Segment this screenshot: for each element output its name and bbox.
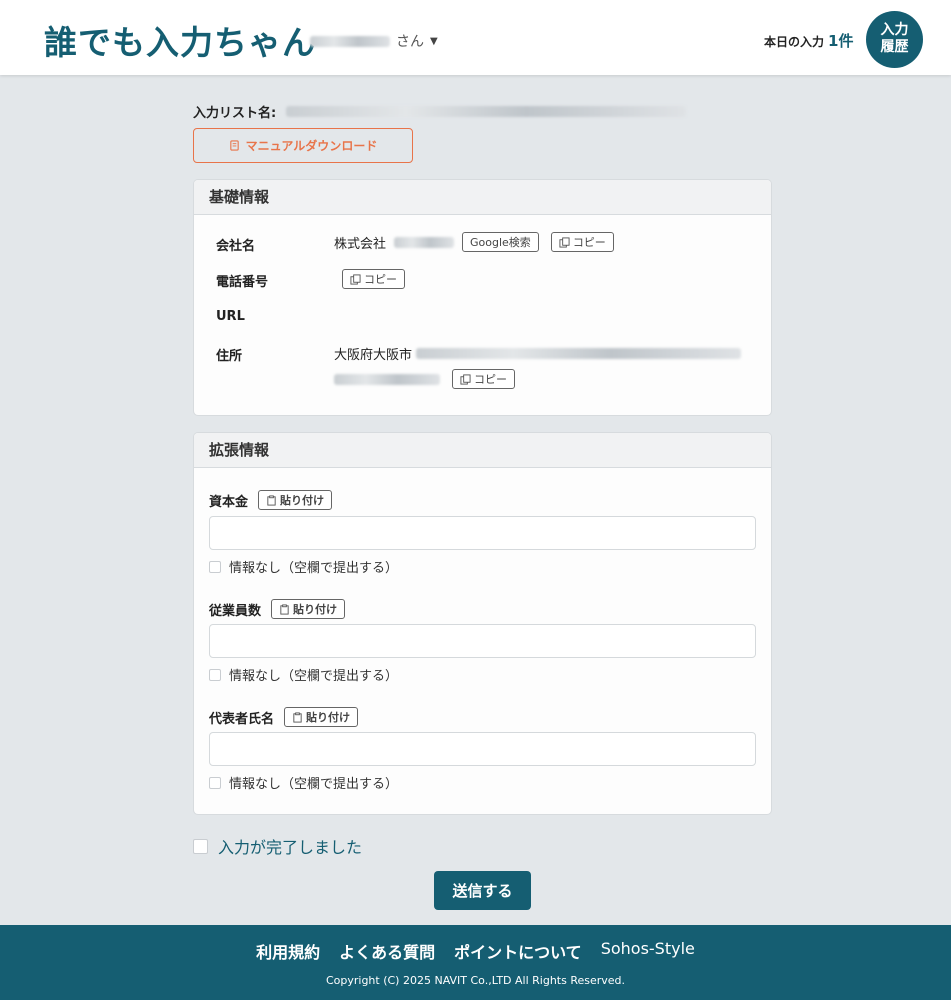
representative-label-row: 代表者氏名 貼り付け xyxy=(209,707,359,727)
footer-link-terms[interactable]: 利用規約 xyxy=(256,939,320,963)
paste-label: 貼り付け xyxy=(306,711,351,724)
extended-info-card: 拡張情報 資本金 貼り付け 情報なし（空欄で提出する） 従業員数 貼り付け 情報… xyxy=(193,432,772,815)
phone-label: 電話番号 xyxy=(216,275,269,290)
copyright: Copyright (C) 2025 NAVIT Co.,LTD All Rig… xyxy=(325,974,626,987)
basic-info-card: 基礎情報 会社名 株式会社 Google検索 コピー 電話番号 コピー URL … xyxy=(193,179,772,416)
list-name-row: 入力リスト名: xyxy=(193,102,687,121)
brand-logo[interactable]: 誰でも入力ちゃん xyxy=(44,16,316,64)
paste-label: 貼り付け xyxy=(280,494,325,507)
caret-down-icon: ▼ xyxy=(430,35,438,47)
input-complete-checkbox[interactable] xyxy=(193,838,208,854)
manual-download-label: マニュアルダウンロード xyxy=(245,139,378,153)
address-value: 大阪府大阪市 xyxy=(334,348,413,363)
redacted-list-name xyxy=(286,106,687,117)
history-line2: 履歴 xyxy=(880,39,909,55)
phone-row: コピー xyxy=(342,269,405,289)
input-complete-label: 入力が完了しました xyxy=(218,838,363,857)
copy-company-button[interactable]: コピー xyxy=(550,232,614,252)
employees-no-info-checkbox[interactable] xyxy=(209,668,221,681)
header: 誰でも入力ちゃん さん ▼ 本日の入力 1件 入力 履歴 xyxy=(0,0,951,75)
clipboard-icon xyxy=(280,603,289,615)
company-value: 株式会社 xyxy=(334,236,387,252)
list-name-label: 入力リスト名: xyxy=(193,106,277,121)
manual-download-button[interactable]: マニュアルダウンロード xyxy=(193,128,413,163)
copy-icon xyxy=(559,236,570,248)
copy-address-button[interactable]: コピー xyxy=(452,369,515,389)
basic-info-title: 基礎情報 xyxy=(194,180,771,215)
history-line1: 入力 xyxy=(880,22,909,38)
input-complete-row[interactable]: 入力が完了しました xyxy=(193,834,362,858)
copy-icon xyxy=(460,373,471,385)
representative-no-info[interactable]: 情報なし（空欄で提出する） xyxy=(209,773,398,792)
google-search-label: Google検索 xyxy=(470,236,531,249)
representative-input[interactable] xyxy=(209,732,756,766)
no-info-label: 情報なし（空欄で提出する） xyxy=(229,561,399,576)
url-label: URL xyxy=(216,309,245,324)
paste-label: 貼り付け xyxy=(293,603,338,616)
capital-label: 資本金 xyxy=(209,494,249,510)
redacted-address-line2 xyxy=(334,373,440,385)
clipboard-icon xyxy=(293,711,302,723)
paste-capital-button[interactable]: 貼り付け xyxy=(258,490,333,510)
address-label: 住所 xyxy=(216,349,243,364)
footer-links: 利用規約 よくある質問 ポイントについて Sohos-Style xyxy=(0,939,951,963)
user-menu[interactable]: さん ▼ xyxy=(310,31,438,51)
paste-representative-button[interactable]: 貼り付け xyxy=(284,707,359,727)
extended-info-title: 拡張情報 xyxy=(194,433,771,468)
address-row: 大阪府大阪市 コピー xyxy=(334,344,754,389)
redacted-user-name xyxy=(310,35,390,47)
copy-label: コピー xyxy=(572,236,606,249)
capital-input[interactable] xyxy=(209,516,756,550)
employees-label-row: 従業員数 貼り付け xyxy=(209,599,346,619)
today-input-count: 本日の入力 1件 xyxy=(764,30,853,51)
document-icon xyxy=(229,140,239,151)
company-row: 株式会社 Google検索 コピー xyxy=(334,232,614,252)
capital-label-row: 資本金 貼り付け xyxy=(209,490,333,510)
employees-input[interactable] xyxy=(209,624,756,658)
footer-link-faq[interactable]: よくある質問 xyxy=(339,939,435,963)
submit-button[interactable]: 送信する xyxy=(434,871,531,910)
representative-no-info-checkbox[interactable] xyxy=(209,776,221,789)
footer-link-points[interactable]: ポイントについて xyxy=(454,939,582,963)
paste-employees-button[interactable]: 貼り付け xyxy=(271,599,346,619)
copy-label: コピー xyxy=(474,373,507,386)
copy-label: コピー xyxy=(364,273,397,286)
copy-phone-button[interactable]: コピー xyxy=(342,269,405,289)
company-label: 会社名 xyxy=(216,239,256,254)
clipboard-icon xyxy=(267,494,276,506)
today-count: 1件 xyxy=(828,32,854,50)
footer: 利用規約 よくある質問 ポイントについて Sohos-Style Copyrig… xyxy=(0,925,951,1000)
today-label: 本日の入力 xyxy=(764,35,825,49)
capital-no-info-checkbox[interactable] xyxy=(209,560,221,573)
no-info-label: 情報なし（空欄で提出する） xyxy=(229,669,399,684)
user-suffix: さん xyxy=(396,34,424,50)
employees-no-info[interactable]: 情報なし（空欄で提出する） xyxy=(209,665,398,684)
footer-link-sohos-style[interactable]: Sohos-Style xyxy=(601,939,695,963)
capital-no-info[interactable]: 情報なし（空欄で提出する） xyxy=(209,557,398,576)
redacted-company xyxy=(394,236,455,248)
redacted-address-line1 xyxy=(416,348,742,359)
representative-label: 代表者氏名 xyxy=(209,711,275,727)
copy-icon xyxy=(350,273,361,285)
google-search-button[interactable]: Google検索 xyxy=(462,232,539,252)
employees-label: 従業員数 xyxy=(209,603,262,619)
no-info-label: 情報なし（空欄で提出する） xyxy=(229,777,399,792)
history-button[interactable]: 入力 履歴 xyxy=(866,11,923,68)
